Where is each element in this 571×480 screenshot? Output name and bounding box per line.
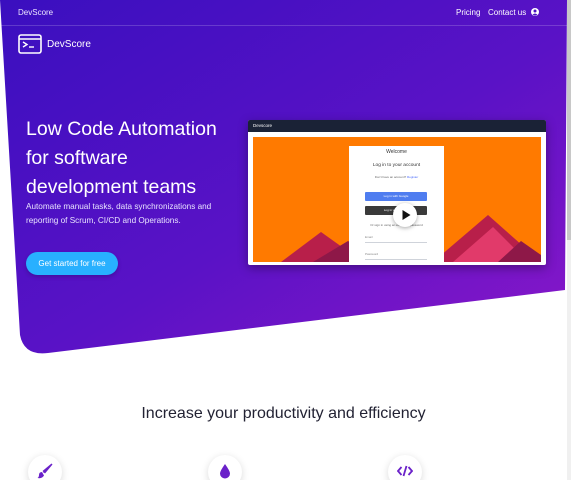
droplet-icon [220, 464, 230, 479]
terminal-window-icon [18, 34, 42, 54]
password-field[interactable]: Password [365, 252, 427, 260]
feature-code [388, 455, 422, 480]
play-icon [402, 210, 411, 220]
register-link[interactable]: Register [407, 175, 418, 179]
nav-link-contact[interactable]: Contact us [488, 8, 526, 17]
video-stage[interactable]: Welcome Log in to your account Don't hav… [253, 137, 541, 262]
feature-droplet [208, 455, 242, 480]
video-titlebar: Devscore [248, 120, 546, 132]
register-prompt: Don't have an account? Register [349, 175, 444, 179]
video-preview[interactable]: Devscore Welcome Log in to your account … [248, 120, 546, 265]
hero-headline: Low Code Automation for software develop… [26, 118, 217, 198]
code-icon [397, 465, 413, 477]
paintbrush-icon [37, 463, 53, 479]
nav-brand[interactable]: DevScore [18, 8, 53, 17]
login-welcome: Welcome [386, 149, 407, 155]
logo-text: DevScore [47, 38, 91, 50]
email-field[interactable]: Email [365, 235, 427, 243]
play-button[interactable] [393, 203, 417, 227]
feature-paintbrush [28, 455, 62, 480]
google-login-button[interactable]: Log in with Google [365, 192, 427, 201]
scrollbar-thumb[interactable] [567, 0, 571, 240]
site-logo[interactable]: DevScore [18, 34, 91, 54]
nav-link-pricing[interactable]: Pricing [456, 8, 480, 17]
top-navbar: DevScore Pricing Contact us [0, 0, 567, 26]
get-started-button[interactable]: Get started for free [26, 252, 118, 275]
login-title: Log in to your account [372, 163, 421, 168]
hero-subtext: Automate manual tasks, data synchronizat… [26, 202, 212, 225]
features-title: Increase your productivity and efficienc… [141, 405, 426, 422]
user-circle-icon[interactable] [531, 8, 539, 16]
register-prompt-text: Don't have an account? [374, 175, 407, 179]
